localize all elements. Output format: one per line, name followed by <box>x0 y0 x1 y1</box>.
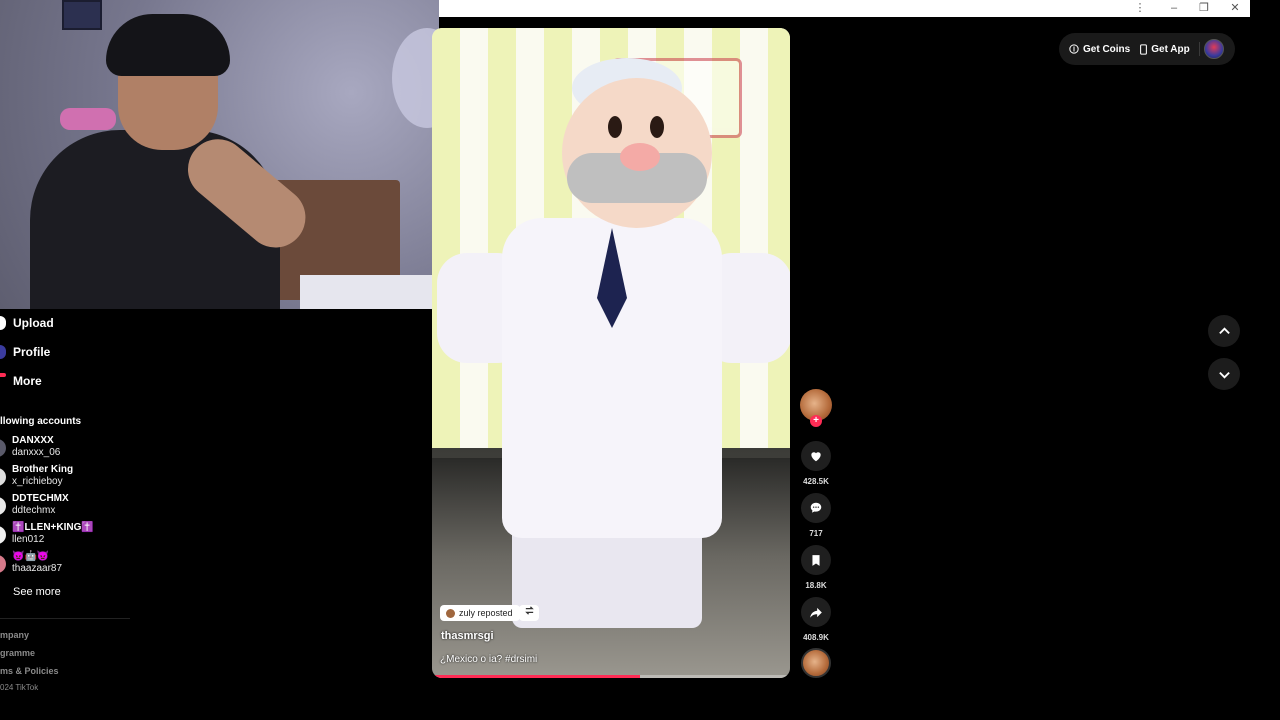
repost-badge[interactable]: zuly reposted <box>440 605 520 621</box>
sidebar-item-label: More <box>13 374 42 388</box>
heart-icon <box>811 452 821 462</box>
window-titlebar: ⋮ – ❐ ✕ <box>439 0 1250 17</box>
repost-icon[interactable] <box>519 605 539 621</box>
comment-icon <box>810 502 822 513</box>
sidebar-item-label: Upload <box>13 316 54 330</box>
coin-icon <box>1069 44 1079 54</box>
window-minimize-icon[interactable]: – <box>1159 1 1189 16</box>
following-accounts-title: llowing accounts <box>0 416 82 427</box>
upload-icon <box>0 316 6 330</box>
footer-link-company[interactable]: mpany <box>0 630 29 640</box>
share-icon <box>810 607 822 618</box>
repost-label: zuly reposted <box>459 608 513 618</box>
sound-disc[interactable] <box>801 648 831 678</box>
account-name: Brother King <box>12 464 74 475</box>
avatar <box>0 468 6 486</box>
account-name: ✝️LLEN+KING✝️ <box>12 522 94 533</box>
see-more-link[interactable]: See more <box>13 586 61 598</box>
window-menu-icon[interactable]: ⋮ <box>1125 1 1155 16</box>
video-progress-fill <box>432 675 640 678</box>
account-username: danxxx_06 <box>12 447 61 458</box>
chevron-up-icon <box>1218 326 1230 334</box>
get-app-label: Get App <box>1151 43 1190 55</box>
account-username: llen012 <box>12 534 45 545</box>
like-count: 428.5K <box>803 477 829 486</box>
avatar <box>0 497 6 515</box>
footer-copyright: 024 TikTok <box>0 683 39 692</box>
get-coins-button[interactable]: Get Coins <box>1064 44 1135 55</box>
window-close-icon[interactable]: ✕ <box>1220 1 1250 16</box>
video-progress-bar[interactable] <box>432 675 790 678</box>
account-name: 👿🤖👿 <box>12 551 50 562</box>
desk-surface <box>300 275 439 309</box>
more-icon <box>0 373 6 377</box>
bookmark-icon <box>812 554 820 566</box>
phone-icon <box>1140 43 1148 55</box>
footer-link-terms[interactable]: ms & Policies <box>0 666 59 676</box>
follow-plus-icon[interactable]: + <box>810 415 822 427</box>
avatar <box>0 526 6 544</box>
top-actions-bar: Get Coins Get App <box>1059 33 1235 65</box>
account-name: DANXXX <box>12 435 54 446</box>
save-button[interactable] <box>801 545 831 575</box>
profile-icon <box>0 345 6 359</box>
window-restore-icon[interactable]: ❐ <box>1189 1 1219 16</box>
topbar-separator <box>1198 42 1200 56</box>
avatar <box>0 555 6 573</box>
sidebar-item-label: Profile <box>13 345 51 359</box>
sidebar-item-profile[interactable]: Profile <box>0 341 50 363</box>
mascot-eye-right <box>650 116 664 138</box>
streamer-hair <box>106 14 230 76</box>
avatar <box>0 439 6 457</box>
sidebar-divider <box>0 618 130 619</box>
previous-video-button[interactable] <box>1208 315 1240 347</box>
video-caption[interactable]: ¿Mexico o ia? #drsimi <box>440 654 537 665</box>
video-player[interactable]: zuly reposted thasmrsgi ¿Mexico o ia? #d… <box>432 28 790 678</box>
get-app-button[interactable]: Get App <box>1135 44 1195 55</box>
sidebar-item-upload[interactable]: Upload <box>0 312 54 334</box>
wall-frame <box>62 0 102 30</box>
chevron-down-icon <box>1218 371 1230 379</box>
video-author[interactable]: thasmrsgi <box>441 630 494 642</box>
comment-button[interactable] <box>801 493 831 523</box>
account-username: x_richieboy <box>12 476 63 487</box>
save-count: 18.8K <box>805 581 827 590</box>
get-coins-label: Get Coins <box>1083 43 1131 55</box>
next-video-button[interactable] <box>1208 358 1240 390</box>
mascot-nose <box>620 143 660 171</box>
share-button[interactable] <box>801 597 831 627</box>
mascot-eye-left <box>608 116 622 138</box>
webcam-overlay <box>0 0 439 309</box>
footer-link-programme[interactable]: gramme <box>0 648 35 658</box>
reposter-avatar <box>446 608 455 618</box>
comment-count: 717 <box>809 529 823 538</box>
account-username: ddtechmx <box>12 505 56 516</box>
like-button[interactable] <box>801 441 831 471</box>
account-username: thaazaar87 <box>12 563 63 574</box>
microphone <box>60 108 116 130</box>
account-name: DDTECHMX <box>12 493 69 504</box>
share-count: 408.9K <box>803 633 829 642</box>
user-avatar[interactable] <box>1203 39 1224 59</box>
sidebar-item-more[interactable]: More <box>0 370 42 392</box>
